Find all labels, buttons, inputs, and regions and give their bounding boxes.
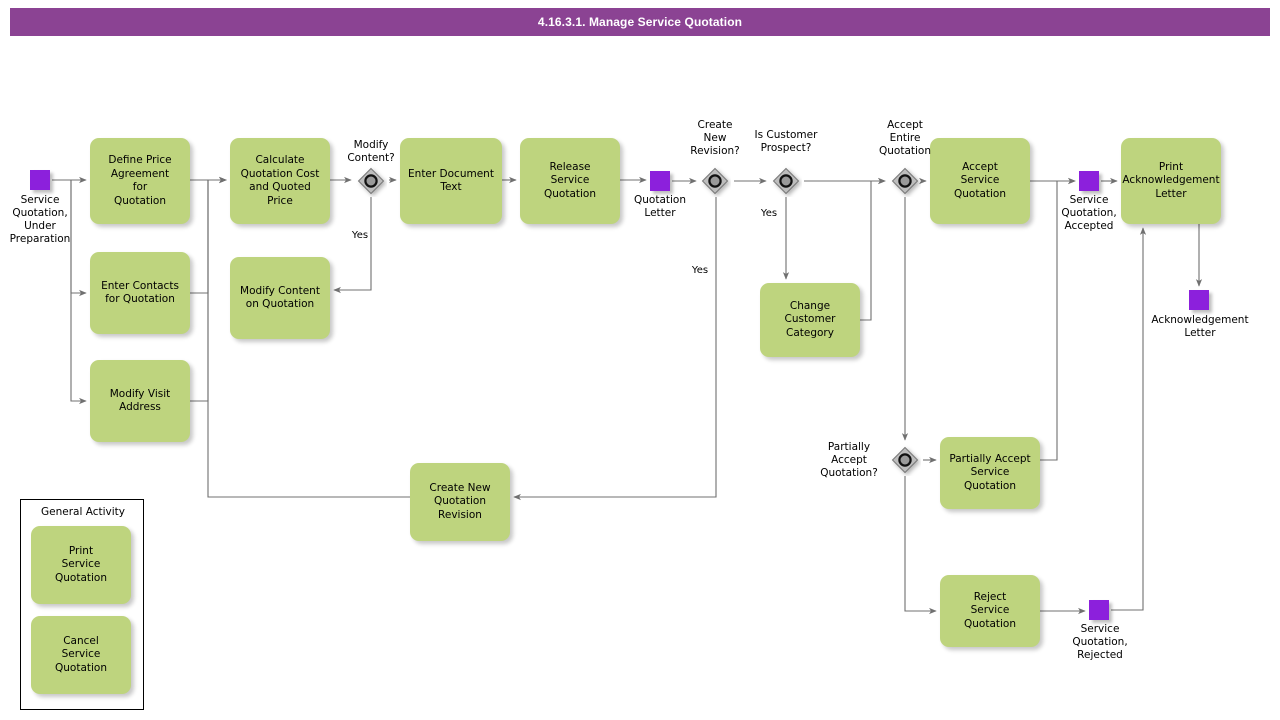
gateway-is-customer-prospect[interactable] [770, 165, 802, 197]
quotation-letter[interactable] [650, 171, 670, 191]
gateway-accept-entire-quotation[interactable] [889, 165, 921, 197]
release-service-quotation[interactable]: Release Service Quotation [520, 138, 620, 224]
service-quotation-accepted[interactable] [1079, 171, 1099, 191]
enter-document-text[interactable]: Enter Document Text [400, 138, 502, 224]
modify-visit-address[interactable]: Modify Visit Address [90, 360, 190, 442]
modify-content-on-quotation[interactable]: Modify Content on Quotation [230, 257, 330, 339]
define-price-agreement-for-quotation[interactable]: Define Price Agreement for Quotation [90, 138, 190, 224]
legend-cancel-service-quotation[interactable]: Cancel Service Quotation [31, 616, 131, 694]
gateway-is-customer-prospect-label: Is Customer Prospect? [754, 129, 818, 154]
bpmn-diagram-canvas: Service Quotation, Under Preparation Def… [0, 0, 1280, 720]
acknowledgement-letter[interactable] [1189, 290, 1209, 310]
acknowledgement-letter-label: Acknowledgement Letter [1151, 314, 1249, 339]
gateway-partially-accept-quotation-label: Partially Accept Quotation? [820, 441, 878, 479]
flow-label-create-new-revision-yes: Yes [691, 265, 709, 276]
service-quotation-accepted-label: Service Quotation, Accepted [1061, 194, 1117, 232]
create-new-quotation-revision[interactable]: Create New Quotation Revision [410, 463, 510, 541]
change-customer-category[interactable]: Change Customer Category [760, 283, 860, 357]
legend-title: General Activity [41, 506, 125, 518]
start-event-label: Service Quotation, Under Preparation [9, 194, 71, 245]
legend-print-service-quotation[interactable]: Print Service Quotation [31, 526, 131, 604]
gateway-accept-entire-quotation-label: Accept Entire Quotation [878, 119, 931, 157]
quotation-letter-label: Quotation Letter [633, 194, 686, 219]
gateway-modify-content-label: Modify Content? [347, 139, 395, 164]
legend-panel: General Activity Print Service Quotation… [20, 499, 144, 710]
gateway-create-new-revision[interactable] [699, 165, 731, 197]
enter-contacts-for-quotation[interactable]: Enter Contacts for Quotation [90, 252, 190, 334]
connector-layer [52, 176, 1203, 615]
reject-service-quotation[interactable]: Reject Service Quotation [940, 575, 1040, 647]
service-quotation-rejected[interactable] [1089, 600, 1109, 620]
start-event[interactable] [30, 170, 50, 190]
print-acknowledgement-letter[interactable]: Print Acknowledgement Letter [1121, 138, 1221, 224]
service-quotation-rejected-label: Service Quotation, Rejected [1072, 623, 1128, 661]
partially-accept-service-quotation[interactable]: Partially Accept Service Quotation [940, 437, 1040, 509]
calculate-quotation-cost-and-quoted-price[interactable]: Calculate Quotation Cost and Quoted Pric… [230, 138, 330, 224]
flow-label-is-customer-prospect-yes: Yes [760, 208, 778, 219]
flow-label-modify-content-yes: Yes [351, 230, 369, 241]
gateway-modify-content[interactable] [355, 165, 387, 197]
